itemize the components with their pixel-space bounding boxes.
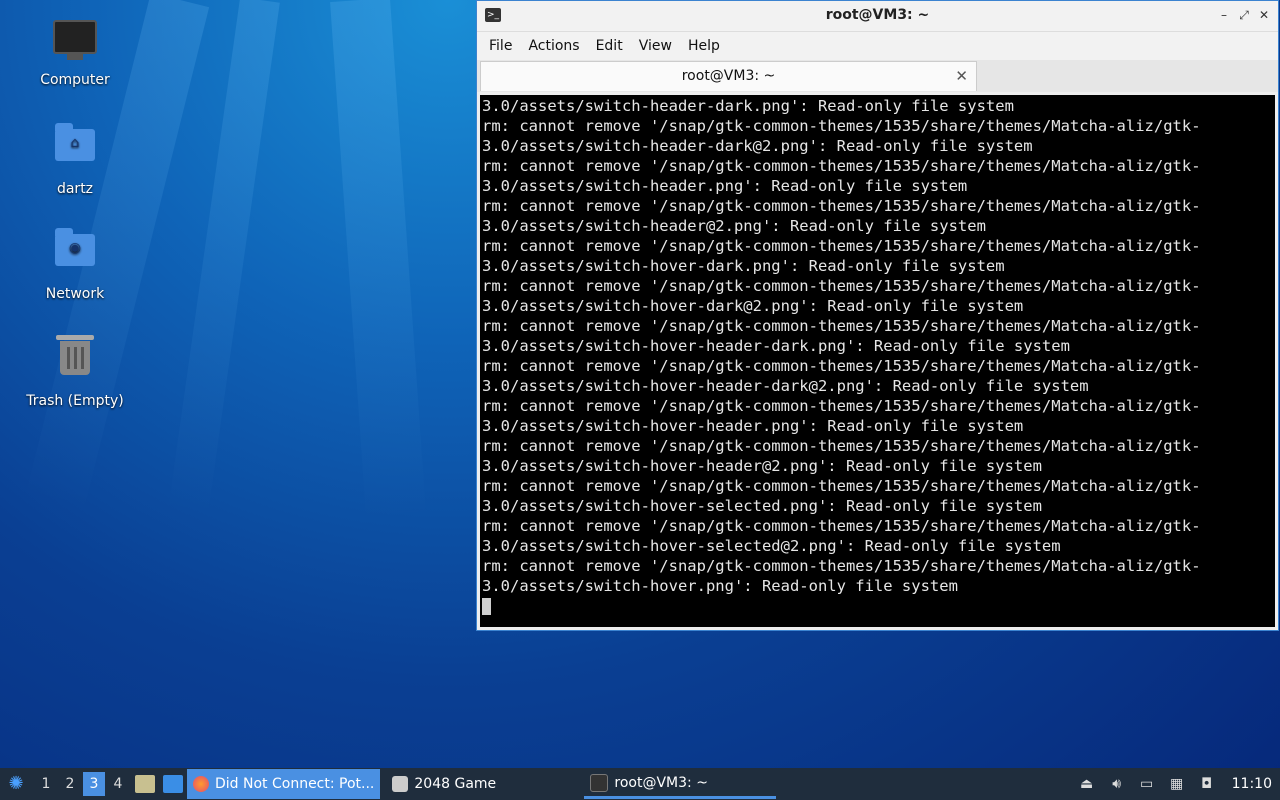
workspace-1[interactable]: 1 [35,772,57,796]
task-label: 2048 Game [414,776,497,792]
computer-icon [51,20,99,68]
terminal-line: rm: cannot remove '/snap/gtk-common-them… [482,277,1201,295]
desktop-icon-label: Computer [40,72,110,88]
terminal-line: rm: cannot remove '/snap/gtk-common-them… [482,477,1201,495]
terminal-line: rm: cannot remove '/snap/gtk-common-them… [482,517,1201,535]
tab-close-icon[interactable]: ✕ [955,67,968,85]
terminal-line: 3.0/assets/switch-header-dark.png': Read… [482,97,1014,115]
desktop-icon-trash[interactable]: Trash (Empty) [18,329,132,409]
home-folder-icon: ⌂ [51,123,99,177]
terminal-icon [590,773,609,792]
desktop-icon-label: dartz [56,181,94,197]
clock[interactable]: 11:10 [1222,776,1280,792]
terminal-line: 3.0/assets/switch-hover.png': Read-only … [482,577,958,595]
workspace-4[interactable]: 4 [107,772,129,796]
show-desktop-icon[interactable] [163,775,183,793]
menu-actions[interactable]: Actions [520,38,587,54]
terminal-line: 3.0/assets/switch-hover-header-dark@2.pn… [482,377,1089,395]
window-icon [392,776,409,792]
terminal-line: 3.0/assets/switch-header@2.png': Read-on… [482,217,986,235]
desktop-icon-dartz[interactable]: ⌂ dartz [18,119,132,197]
firefox-icon [193,776,209,792]
task-label: root@VM3: ~ [614,774,708,791]
terminal-line: rm: cannot remove '/snap/gtk-common-them… [482,237,1201,255]
task-2048[interactable]: 2048 Game [386,769,578,799]
menubar: File Actions Edit View Help [477,32,1278,60]
desktop-icon-computer[interactable]: Computer [18,14,132,88]
window-title: root@VM3: ~ [825,7,930,23]
terminal-cursor [482,598,491,615]
terminal-line: 3.0/assets/switch-hover-dark.png': Read-… [482,257,1005,275]
menu-help[interactable]: Help [680,38,728,54]
network-folder-icon: ◉ [51,228,99,282]
workspace-3[interactable]: 3 [83,772,105,796]
desktop-icon-label: Network [45,286,105,302]
close-button[interactable]: ✕ [1256,7,1272,23]
notification-icon[interactable]: ◘ [1198,776,1216,792]
clipboard-icon[interactable]: ▭ [1138,776,1156,792]
window-titlebar[interactable]: >_ root@VM3: ~ – ⤢ ✕ [477,1,1278,32]
terminal-line: 3.0/assets/switch-hover-header-dark.png'… [482,337,1070,355]
terminal-window[interactable]: >_ root@VM3: ~ – ⤢ ✕ File Actions Edit V… [476,0,1279,631]
task-terminal[interactable]: root@VM3: ~ [584,769,777,799]
menu-edit[interactable]: Edit [588,38,631,54]
terminal-output[interactable]: 3.0/assets/switch-header-dark.png': Read… [480,95,1275,627]
eject-icon[interactable]: ⏏ [1078,776,1096,792]
terminal-line: rm: cannot remove '/snap/gtk-common-them… [482,397,1201,415]
light-ray [330,0,427,521]
terminal-line: rm: cannot remove '/snap/gtk-common-them… [482,557,1201,575]
terminal-line: rm: cannot remove '/snap/gtk-common-them… [482,437,1201,455]
desktop-icon-network[interactable]: ◉ Network [18,224,132,302]
desktop-icon-label: Trash (Empty) [26,393,124,409]
terminal-line: 3.0/assets/switch-hover-dark@2.png': Rea… [482,297,1024,315]
task-label: Did Not Connect: Pot... [215,776,375,792]
terminal-line: rm: cannot remove '/snap/gtk-common-them… [482,157,1201,175]
terminal-line: rm: cannot remove '/snap/gtk-common-them… [482,197,1201,215]
trash-icon [51,335,99,389]
taskbar: ✺ 1 2 3 4 Did Not Connect: Pot... 2048 G… [0,768,1280,800]
terminal-line: rm: cannot remove '/snap/gtk-common-them… [482,357,1201,375]
tab-bar: root@VM3: ~ ✕ [477,60,1278,92]
tab-label: root@VM3: ~ [681,68,776,84]
terminal-line: rm: cannot remove '/snap/gtk-common-them… [482,117,1201,135]
network-icon[interactable]: ▦ [1168,776,1186,792]
terminal-line: rm: cannot remove '/snap/gtk-common-them… [482,317,1201,335]
terminal-prompt-line[interactable] [482,596,1273,616]
menu-file[interactable]: File [481,38,520,54]
terminal-line: 3.0/assets/switch-hover-header.png': Rea… [482,417,1024,435]
tab-root-vm3[interactable]: root@VM3: ~ ✕ [480,61,977,91]
volume-icon[interactable]: 🔊︎ [1108,776,1126,792]
terminal-line: 3.0/assets/switch-hover-selected@2.png':… [482,537,1061,555]
app-menu-icon[interactable]: ✺ [5,773,27,795]
terminal-line: 3.0/assets/switch-header-dark@2.png': Re… [482,137,1033,155]
maximize-button[interactable]: ⤢ [1236,7,1252,23]
minimize-button[interactable]: – [1216,7,1232,23]
system-tray: ⏏ 🔊︎ ▭ ▦ ◘ 11:10 [1072,768,1280,800]
workspace-2[interactable]: 2 [59,772,81,796]
terminal-line: 3.0/assets/switch-header.png': Read-only… [482,177,968,195]
menu-view[interactable]: View [631,38,680,54]
task-browser[interactable]: Did Not Connect: Pot... [187,769,381,799]
file-manager-icon[interactable] [135,775,155,793]
terminal-line: 3.0/assets/switch-hover-header@2.png': R… [482,457,1042,475]
terminal-line: 3.0/assets/switch-hover-selected.png': R… [482,497,1042,515]
